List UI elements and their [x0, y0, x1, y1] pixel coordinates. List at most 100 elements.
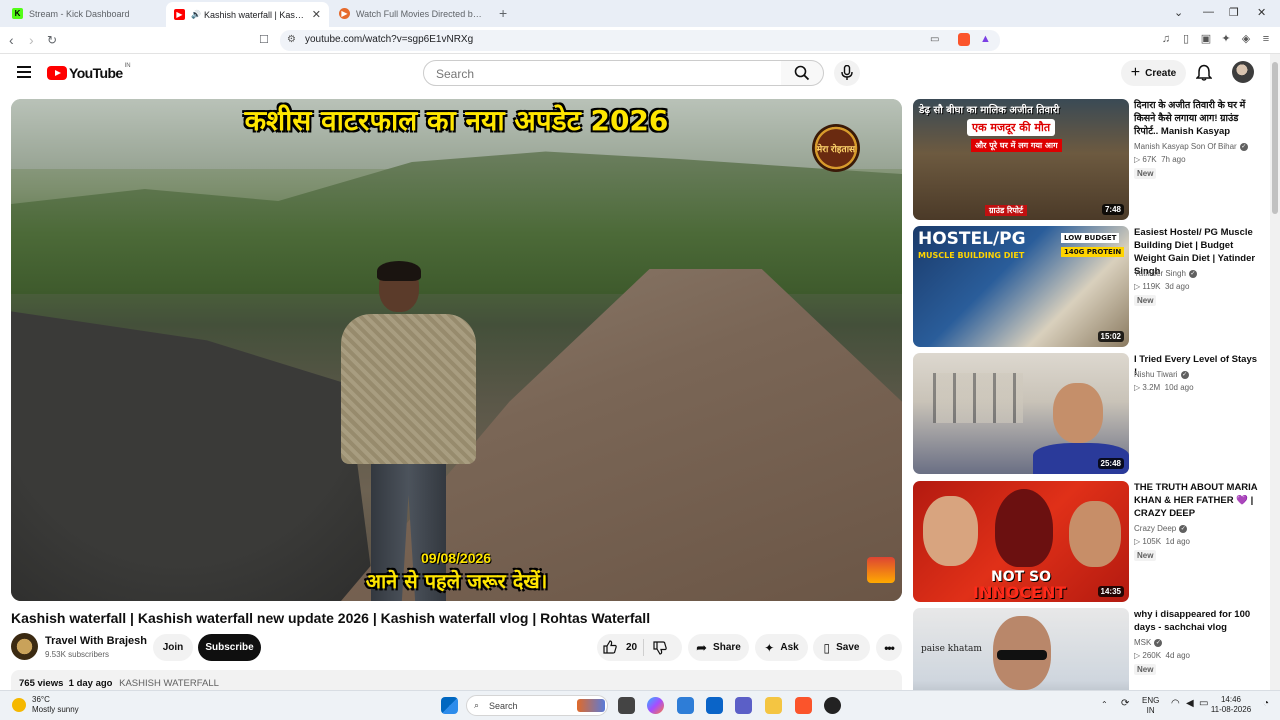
recommendation-channel[interactable]: Nishu Tiwari ✓	[1134, 370, 1189, 379]
account-avatar[interactable]	[1232, 61, 1254, 83]
hashtag-link[interactable]: KASHISH WATERFALL	[119, 678, 219, 689]
show-hidden-icons[interactable]: ⌃	[1101, 700, 1108, 710]
new-tab-button[interactable]: +	[499, 5, 507, 21]
minimize-button[interactable]: —	[1203, 6, 1214, 18]
recommendation-meta: ▷ 119K 3d ago	[1134, 282, 1189, 291]
clock[interactable]: 14:46 11-08-2026	[1206, 695, 1256, 715]
ask-button[interactable]: ✦ Ask	[755, 634, 808, 661]
url-field[interactable]: ⚙ youtube.com/watch?v=sgp6E1vNRXg ▭ ▲	[280, 30, 1000, 51]
close-window-button[interactable]: ✕	[1257, 6, 1266, 19]
recommendation-channel[interactable]: Manish Kasyap Son Of Bihar ✓	[1134, 142, 1248, 151]
recommendation-channel[interactable]: MSK ✓	[1134, 638, 1163, 647]
recommendation-thumbnail[interactable]: HOSTEL/PG MUSCLE BUILDING DIET LOW BUDGE…	[913, 226, 1129, 347]
notification-bell-icon[interactable]: ◔	[1263, 699, 1269, 709]
store-icon[interactable]	[677, 697, 694, 714]
like-button[interactable]: 20	[603, 640, 637, 654]
video-overlay-date: 09/08/2026	[421, 550, 492, 566]
recommendation-thumbnail[interactable]: डेढ़ सौ बीघा का मालिक अजीत तिवारी एक मजद…	[913, 99, 1129, 220]
recommendation-item[interactable]: 25:48 I Tried Every Level of Stays ! Nis…	[913, 353, 1263, 475]
page-scrollbar[interactable]	[1270, 54, 1280, 690]
recommendation-item[interactable]: NOT SO INNOCENT 14:35 THE TRUTH ABOUT MA…	[913, 481, 1263, 603]
site-info-icon[interactable]: ⚙	[287, 34, 296, 45]
video-duration: 15:02	[1097, 331, 1124, 342]
recommendation-thumbnail[interactable]: NOT SO INNOCENT 14:35	[913, 481, 1129, 602]
save-bookmark-icon: ▯	[823, 640, 831, 655]
search-button[interactable]	[781, 60, 824, 86]
video-player[interactable]: कशीस वाटरफाल का नया अपडेट 2026 मेरा रोहत…	[11, 99, 902, 601]
weather-condition: Mostly sunny	[32, 705, 79, 714]
clock-date: 11-08-2026	[1210, 705, 1252, 714]
weather-widget[interactable]: 36°C Mostly sunny	[12, 695, 79, 715]
recommendation-thumbnail[interactable]: paise khatam	[913, 608, 1129, 690]
join-button[interactable]: Join	[153, 634, 193, 661]
channel-name[interactable]: Travel With Brajesh	[45, 635, 147, 647]
url-text: youtube.com/watch?v=sgp6E1vNRXg	[305, 34, 474, 45]
close-tab-icon[interactable]: ✕	[306, 8, 321, 21]
volume-icon[interactable]: ◀	[1186, 699, 1194, 709]
back-icon[interactable]: ‹	[9, 32, 14, 48]
copilot-icon[interactable]	[647, 697, 664, 714]
channel-avatar[interactable]	[11, 633, 38, 660]
leo-ai-icon[interactable]: ✦	[1220, 33, 1232, 45]
wallet-icon[interactable]: ▣	[1200, 33, 1212, 45]
tab-search-icon[interactable]: ⌄	[1174, 6, 1183, 19]
recommendation-item[interactable]: डेढ़ सौ बीघा का मालिक अजीत तिवारी एक मजद…	[913, 99, 1263, 221]
language-indicator[interactable]: ENG IN	[1142, 696, 1159, 716]
brave-browser-icon[interactable]	[795, 697, 812, 714]
forward-icon[interactable]: ›	[29, 32, 34, 48]
more-actions-button[interactable]: •••	[876, 634, 902, 661]
recommendation-item[interactable]: HOSTEL/PG MUSCLE BUILDING DIET LOW BUDGE…	[913, 226, 1263, 348]
windows-start-icon[interactable]	[441, 697, 458, 714]
search-input[interactable]: Search	[423, 60, 782, 86]
channel-label: Nishu Tiwari	[1134, 370, 1178, 379]
youtube-wordmark: YouTube	[69, 65, 123, 81]
outlook-icon[interactable]	[706, 697, 723, 714]
brave-shields-icon[interactable]	[958, 33, 970, 46]
notifications-bell-icon[interactable]	[1196, 64, 1212, 81]
recommendation-channel[interactable]: Yatinder Singh ✓	[1134, 269, 1197, 278]
browser-tab-youtube[interactable]: ▶ 🔊 Kashish waterfall | Kashish wa ✕	[166, 2, 329, 27]
reload-icon[interactable]: ↻	[47, 33, 57, 47]
language-code: ENG	[1142, 696, 1160, 705]
menu-icon[interactable]: ≡	[1260, 33, 1272, 45]
sidebar-icon[interactable]: ▯	[1180, 33, 1192, 45]
subscribe-button[interactable]: Subscribe	[198, 634, 261, 661]
save-button[interactable]: ▯ Save	[813, 634, 870, 661]
teams-icon[interactable]	[735, 697, 752, 714]
scrollbar-thumb[interactable]	[1272, 62, 1278, 214]
sun-icon	[12, 698, 26, 712]
obs-icon[interactable]	[824, 697, 841, 714]
youtube-logo[interactable]: YouTube IN	[47, 63, 131, 81]
create-button[interactable]: + Create	[1121, 60, 1186, 86]
voice-search-button[interactable]	[834, 60, 860, 86]
recommendation-meta: ▷ 67K 7h ago	[1134, 155, 1186, 164]
windows-taskbar: 36°C Mostly sunny ⌕ Search ⌃ ⟳ ENG IN ◠ …	[0, 690, 1280, 720]
country-code: IN	[124, 63, 131, 69]
wifi-icon[interactable]: ◠	[1171, 699, 1180, 709]
recommendation-item[interactable]: paise khatam why i disappeared for 100 d…	[913, 608, 1263, 690]
maximize-button[interactable]: ❐	[1229, 6, 1239, 19]
browser-tab-netflix[interactable]: ▶ Watch Full Movies Directed by Netfl	[331, 2, 493, 25]
new-badge: New	[1134, 168, 1157, 179]
sync-icon[interactable]: ⟳	[1121, 699, 1129, 709]
browser-tab-kick[interactable]: K Stream - Kick Dashboard	[4, 2, 164, 25]
media-icon[interactable]: ♫	[1160, 33, 1172, 45]
cast-icon[interactable]: ▭	[930, 34, 939, 45]
recommendation-thumbnail[interactable]: 25:48	[913, 353, 1129, 474]
dislike-button[interactable]	[653, 641, 667, 660]
share-button[interactable]: ➦ Share	[688, 634, 749, 661]
video-title: Kashish waterfall | Kashish waterfall ne…	[11, 610, 651, 626]
recommendation-channel[interactable]: Crazy Deep ✓	[1134, 524, 1188, 533]
audio-playing-icon: 🔊	[191, 10, 201, 19]
task-view-icon[interactable]	[618, 697, 635, 714]
file-explorer-icon[interactable]	[765, 697, 782, 714]
hamburger-menu-icon[interactable]	[17, 66, 31, 78]
thumbnail-text: HOSTEL/PG	[918, 229, 1026, 249]
recommendation-title[interactable]: दिनारा के अजीत तिवारी के घर में किसने कै…	[1134, 99, 1258, 138]
bookmark-icon[interactable]: ☐	[259, 33, 269, 46]
recommendation-title[interactable]: THE TRUTH ABOUT MARIA KHAN & HER FATHER …	[1134, 481, 1258, 520]
taskbar-search[interactable]: ⌕ Search	[466, 695, 608, 716]
vpn-icon[interactable]: ◈	[1240, 33, 1252, 45]
brave-rewards-icon[interactable]: ▲	[980, 33, 991, 45]
recommendation-title[interactable]: why i disappeared for 100 days - sachcha…	[1134, 608, 1258, 634]
